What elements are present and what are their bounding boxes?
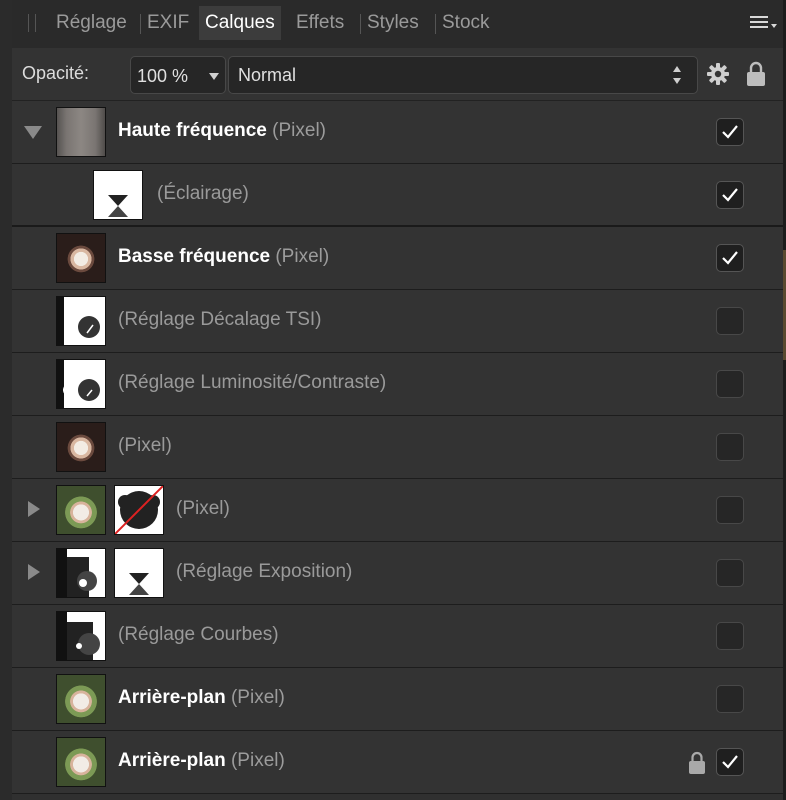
tab-effets[interactable]: Effets bbox=[296, 12, 344, 34]
layer-thumbnail bbox=[56, 485, 106, 535]
layer-label: (Réglage Exposition) bbox=[176, 561, 353, 582]
layer-thumbnail bbox=[56, 359, 106, 409]
layer-row[interactable]: (Réglage Courbes) bbox=[12, 605, 783, 668]
layer-row[interactable]: (Pixel) bbox=[12, 479, 783, 542]
visibility-checkbox[interactable] bbox=[716, 559, 744, 587]
mask-thumbnail bbox=[114, 548, 164, 598]
lock-icon[interactable] bbox=[746, 61, 766, 87]
layer-row[interactable]: (Réglage Luminosité/Contraste) bbox=[12, 353, 783, 416]
layer-thumbnail bbox=[56, 233, 106, 283]
tab-exif[interactable]: EXIF bbox=[147, 12, 189, 34]
layer-thumbnail bbox=[56, 548, 106, 598]
layer-label: (Éclairage) bbox=[157, 183, 249, 204]
tab-bar: Réglage EXIF Calques Effets Styles Stock bbox=[12, 0, 783, 48]
panel-menu-icon[interactable] bbox=[750, 16, 768, 30]
layer-label: Basse fréquence (Pixel) bbox=[118, 246, 330, 267]
chevron-down-icon bbox=[771, 24, 777, 28]
layer-label: (Réglage Décalage TSI) bbox=[118, 309, 322, 330]
visibility-checkbox[interactable] bbox=[716, 496, 744, 524]
expand-triangle-icon[interactable] bbox=[28, 501, 40, 517]
visibility-checkbox[interactable] bbox=[716, 181, 744, 209]
visibility-checkbox[interactable] bbox=[716, 307, 744, 335]
layer-toolbar: Opacité: 100 % Normal bbox=[12, 48, 783, 101]
layer-label: (Réglage Luminosité/Contraste) bbox=[118, 372, 387, 393]
collapse-triangle-icon[interactable] bbox=[24, 126, 42, 139]
opacity-label: Opacité: bbox=[22, 63, 90, 83]
layer-label: Arrière-plan (Pixel) bbox=[118, 750, 285, 771]
chevron-down-icon bbox=[209, 73, 219, 80]
tab-styles[interactable]: Styles bbox=[367, 12, 419, 34]
layer-label: (Pixel) bbox=[176, 498, 230, 519]
layer-thumbnail bbox=[56, 107, 106, 157]
check-icon bbox=[722, 251, 738, 265]
layer-thumbnail bbox=[93, 170, 143, 220]
layer-label: (Pixel) bbox=[118, 435, 172, 456]
expand-triangle-icon[interactable] bbox=[28, 564, 40, 580]
layer-row[interactable]: Basse fréquence (Pixel) bbox=[12, 227, 783, 290]
layer-label: Haute fréquence (Pixel) bbox=[118, 120, 326, 141]
tab-calques[interactable]: Calques bbox=[199, 6, 281, 40]
layer-row[interactable]: (Réglage Exposition) bbox=[12, 542, 783, 605]
visibility-checkbox[interactable] bbox=[716, 433, 744, 461]
lock-icon[interactable] bbox=[688, 751, 706, 775]
check-icon bbox=[722, 188, 738, 202]
tab-stock[interactable]: Stock bbox=[442, 12, 490, 34]
layer-row[interactable]: Arrière-plan (Pixel) bbox=[12, 731, 783, 794]
layer-thumbnail bbox=[56, 737, 106, 787]
layer-label: (Réglage Courbes) bbox=[118, 624, 279, 645]
blend-mode-value: Normal bbox=[238, 65, 297, 85]
visibility-checkbox[interactable] bbox=[716, 685, 744, 713]
opacity-value: 100 % bbox=[137, 66, 189, 86]
layers-panel: Réglage EXIF Calques Effets Styles Stock… bbox=[12, 0, 783, 800]
gear-icon[interactable] bbox=[706, 62, 730, 86]
tab-divider bbox=[140, 14, 141, 34]
tab-divider bbox=[360, 14, 361, 34]
check-icon bbox=[722, 755, 738, 769]
grip-icon[interactable] bbox=[28, 14, 36, 32]
visibility-checkbox[interactable] bbox=[716, 244, 744, 272]
layer-row[interactable]: (Éclairage) bbox=[12, 164, 783, 227]
check-icon bbox=[722, 125, 738, 139]
layer-label: Arrière-plan (Pixel) bbox=[118, 687, 285, 708]
layer-thumbnail bbox=[56, 422, 106, 472]
visibility-checkbox[interactable] bbox=[716, 118, 744, 146]
tab-reglage[interactable]: Réglage bbox=[56, 12, 127, 34]
layer-row[interactable]: (Pixel) bbox=[12, 416, 783, 479]
visibility-checkbox[interactable] bbox=[716, 748, 744, 776]
blend-mode-select[interactable]: Normal bbox=[228, 56, 698, 94]
layer-thumbnail bbox=[56, 674, 106, 724]
layer-row[interactable]: Arrière-plan (Pixel) bbox=[12, 668, 783, 731]
layer-thumbnail bbox=[56, 296, 106, 346]
layer-thumbnail bbox=[56, 611, 106, 661]
mask-thumbnail bbox=[114, 485, 164, 535]
layer-row[interactable]: (Réglage Décalage TSI) bbox=[12, 290, 783, 353]
opacity-dropdown[interactable]: 100 % bbox=[130, 56, 226, 94]
tab-divider bbox=[435, 14, 436, 34]
visibility-checkbox[interactable] bbox=[716, 622, 744, 650]
layer-row[interactable]: Haute fréquence (Pixel) bbox=[12, 101, 783, 164]
visibility-checkbox[interactable] bbox=[716, 370, 744, 398]
stepper-arrows-icon bbox=[673, 64, 683, 86]
